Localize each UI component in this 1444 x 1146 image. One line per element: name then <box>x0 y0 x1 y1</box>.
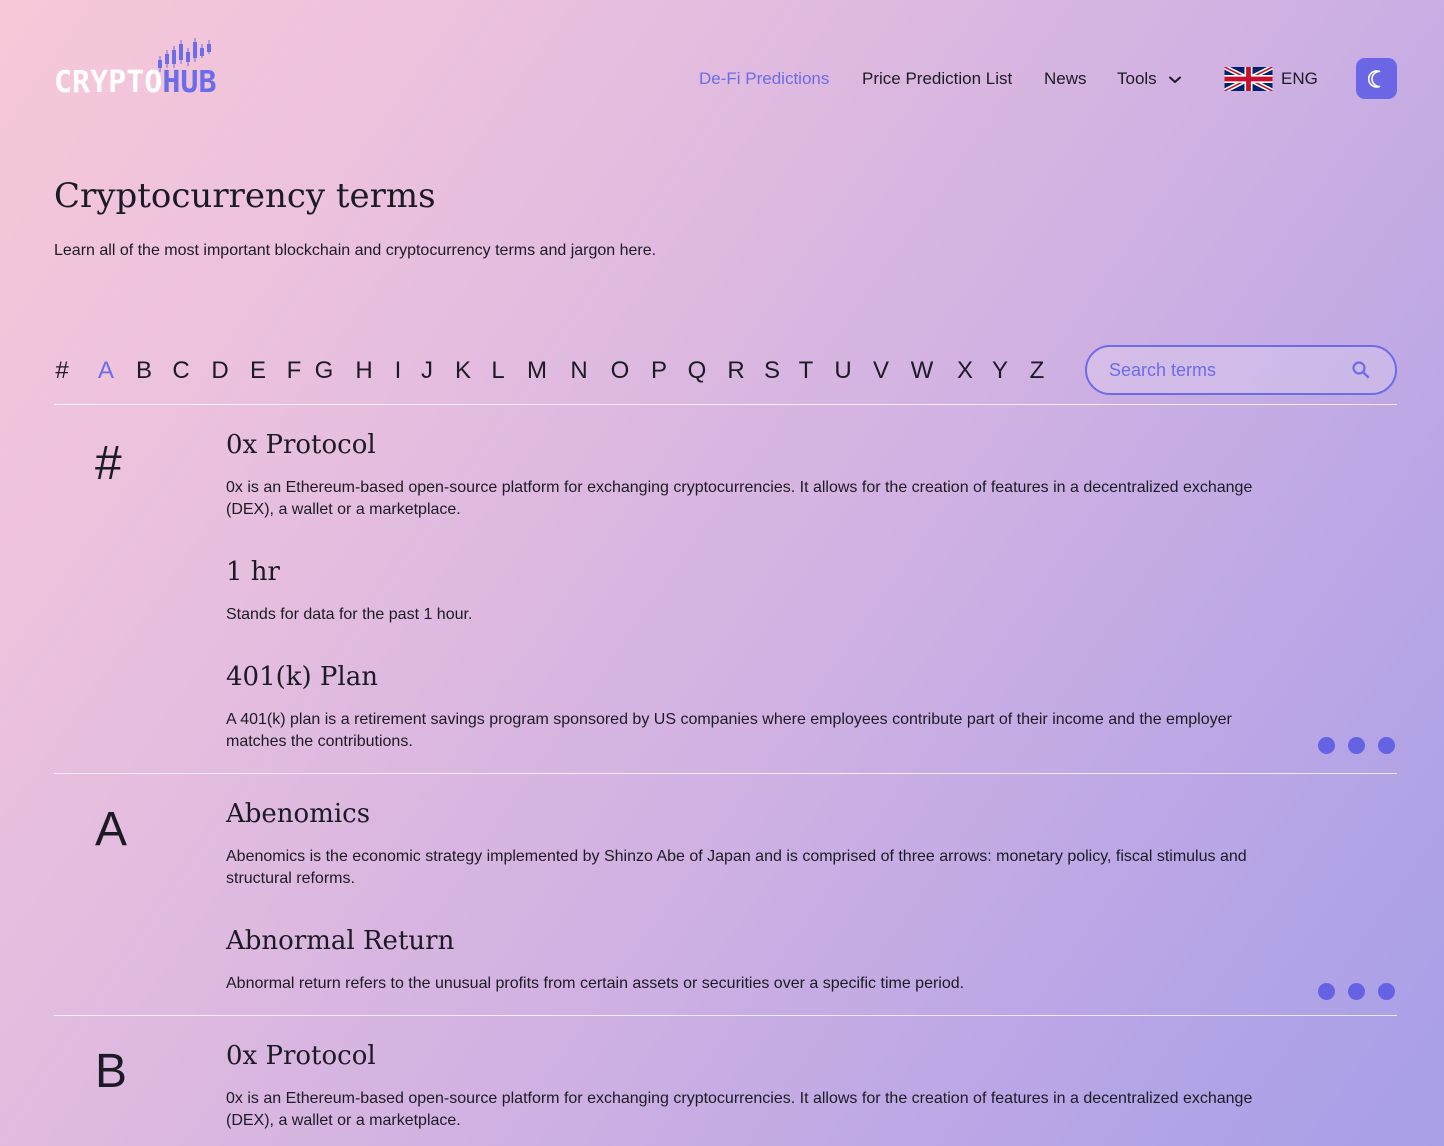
section-letter: A <box>95 803 128 856</box>
term-description: Abenomics is the economic strategy imple… <box>226 848 1247 887</box>
alphabet-letter-x[interactable]: X <box>957 355 973 387</box>
alphabet-letter-j[interactable]: J <box>421 355 433 387</box>
page-subtitle: Learn all of the most important blockcha… <box>54 242 657 259</box>
alphabet-letter-r[interactable]: R <box>727 355 744 387</box>
search-terms-box[interactable] <box>1085 345 1397 395</box>
more-terms-button[interactable] <box>1318 983 1398 1001</box>
alphabet-letter-l[interactable]: L <box>491 355 504 387</box>
nav-tools[interactable]: Tools <box>1117 66 1182 92</box>
term-description: Abnormal return refers to the unusual pr… <box>226 975 965 992</box>
section-letter: # <box>95 437 122 490</box>
alphabet-letter-h[interactable]: H <box>355 355 372 387</box>
section-letter: B <box>95 1045 128 1098</box>
alphabet-letter-f[interactable]: F <box>287 355 302 387</box>
term-title[interactable]: 0x Protocol <box>226 1039 376 1073</box>
alphabet-letter-c[interactable]: C <box>172 355 189 387</box>
alphabet-letter-y[interactable]: Y <box>992 355 1008 387</box>
term-description: 0x is an Ethereum-based open-source plat… <box>226 1090 1253 1129</box>
alphabet-letter-b[interactable]: B <box>136 355 152 387</box>
term-description: A 401(k) plan is a retirement savings pr… <box>226 711 1232 750</box>
chevron-down-icon <box>1169 76 1182 83</box>
more-terms-button[interactable] <box>1318 737 1398 755</box>
nav-price-prediction-list[interactable]: Price Prediction List <box>862 66 1012 92</box>
alphabet-letter-p[interactable]: P <box>651 355 667 387</box>
language-label: ENG <box>1281 69 1318 88</box>
alphabet-letter-k[interactable]: K <box>455 355 471 387</box>
alphabet-letter-v[interactable]: V <box>873 355 889 387</box>
alphabet-letter-hash[interactable]: # <box>55 355 68 387</box>
term-title[interactable]: 1 hr <box>226 555 280 589</box>
dot <box>1318 737 1335 754</box>
divider <box>54 1015 1397 1016</box>
alphabet-letter-z[interactable]: Z <box>1030 355 1045 387</box>
alphabet-letter-t[interactable]: T <box>799 355 814 387</box>
alphabet-letter-d[interactable]: D <box>211 355 228 387</box>
alphabet-filter: # A B C D E F G H I J K L M N O P Q R S T U V W X Y Z <box>54 355 1054 387</box>
theme-toggle-button[interactable] <box>1356 58 1397 99</box>
alphabet-letter-g[interactable]: G <box>315 355 334 387</box>
alphabet-letter-n[interactable]: N <box>570 355 587 387</box>
alphabet-letter-u[interactable]: U <box>834 355 851 387</box>
dot <box>1378 983 1395 1000</box>
term-title[interactable]: 401(k) Plan <box>226 660 378 694</box>
nav-news[interactable]: News <box>1044 66 1087 92</box>
dot <box>1348 983 1365 1000</box>
alphabet-letter-w[interactable]: W <box>911 355 934 387</box>
alphabet-letter-i[interactable]: I <box>395 355 402 387</box>
alphabet-letter-o[interactable]: O <box>611 355 630 387</box>
term-description: Stands for data for the past 1 hour. <box>226 606 473 623</box>
divider <box>54 404 1397 405</box>
term-title[interactable]: Abenomics <box>226 797 370 831</box>
dot <box>1348 737 1365 754</box>
nav-tools-label: Tools <box>1117 69 1157 88</box>
alphabet-letter-a[interactable]: A <box>98 355 114 387</box>
divider <box>54 773 1397 774</box>
alphabet-letter-q[interactable]: Q <box>688 355 707 387</box>
language-selector[interactable]: ENG <box>1224 66 1318 92</box>
search-input[interactable] <box>1109 347 1339 393</box>
search-icon[interactable] <box>1351 360 1371 380</box>
alphabet-letter-e[interactable]: E <box>250 355 266 387</box>
alphabet-letter-s[interactable]: S <box>764 355 780 387</box>
moon-icon <box>1367 69 1380 88</box>
site-header: CRYPTOHUB De-Fi Predictions Price Predic… <box>0 0 1444 140</box>
alphabet-letter-m[interactable]: M <box>527 355 547 387</box>
page-title: Cryptocurrency terms <box>54 176 436 216</box>
nav-defi-predictions[interactable]: De-Fi Predictions <box>699 66 829 92</box>
uk-flag-icon <box>1224 67 1273 91</box>
dot <box>1378 737 1395 754</box>
dot <box>1318 983 1335 1000</box>
term-title[interactable]: Abnormal Return <box>226 924 454 958</box>
term-title[interactable]: 0x Protocol <box>226 428 376 462</box>
term-description: 0x is an Ethereum-based open-source plat… <box>226 479 1253 518</box>
